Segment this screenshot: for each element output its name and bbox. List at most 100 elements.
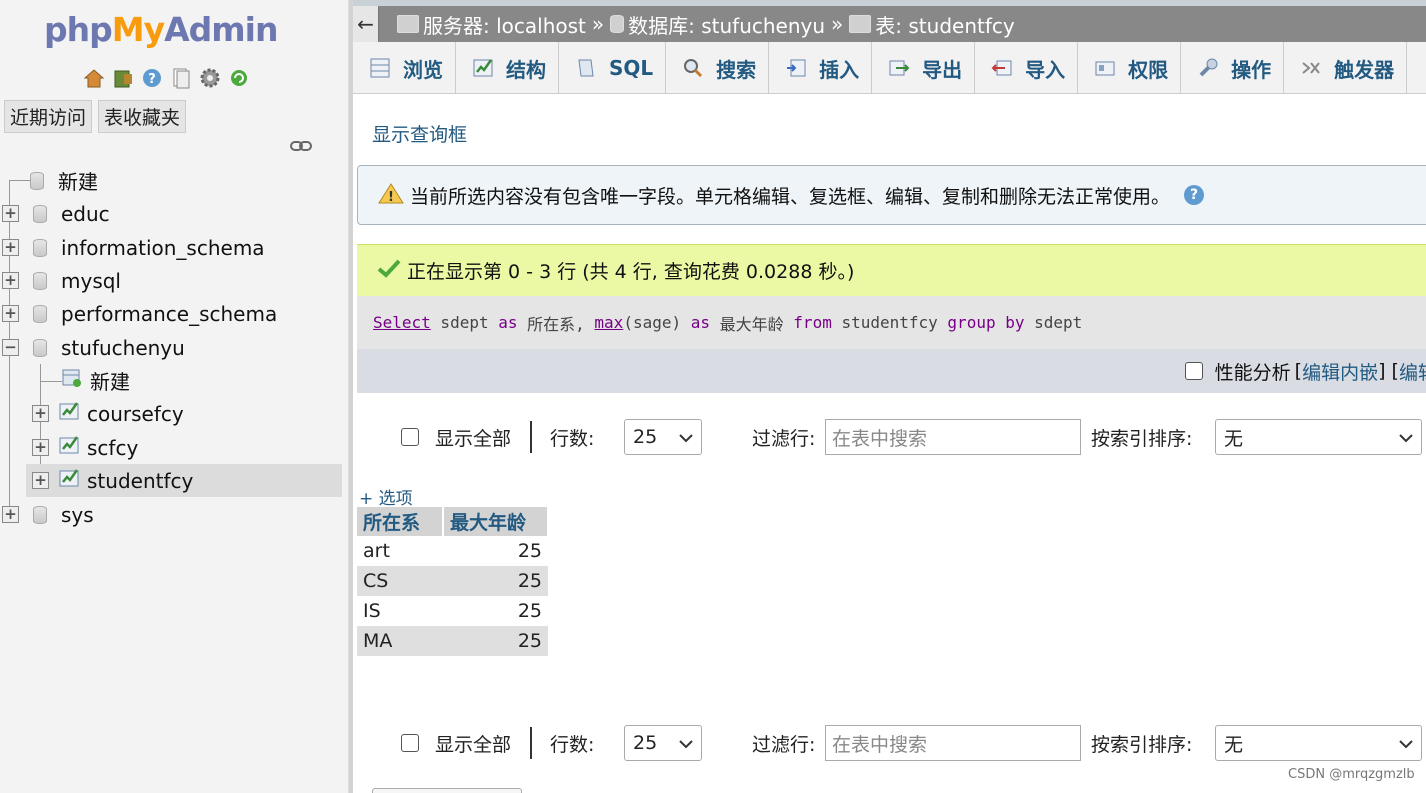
filter-label: 过滤行: (752, 733, 816, 756)
settings-icon[interactable] (198, 66, 222, 90)
table-icon (59, 401, 81, 426)
filter-input[interactable]: 在表中搜索 (825, 725, 1081, 761)
reload-icon[interactable] (227, 66, 251, 90)
divider (530, 727, 532, 759)
profiling-checkbox[interactable] (1184, 362, 1203, 380)
filter-input[interactable]: 在表中搜索 (825, 419, 1081, 455)
column-header[interactable]: 最大年龄 (443, 507, 549, 536)
database-icon (33, 304, 47, 323)
breadcrumb-table[interactable]: 表: studentfcy (849, 10, 1015, 39)
help-icon[interactable]: ? (140, 66, 164, 90)
docs-icon[interactable] (169, 66, 193, 90)
collapse-nav-button[interactable]: ← (353, 6, 379, 42)
new-table-icon (62, 368, 82, 393)
rows-label: 行数: (550, 733, 595, 756)
navigation-panel: phpMyAdmin ? 近期访问 表收藏夹 新建 + educ + infor… (0, 0, 349, 793)
navigation-controls-bottom: 显示全部 行数: 25 过滤行: 在表中搜索 按索引排序: 无 (357, 725, 1426, 765)
phpmyadmin-logo[interactable]: phpMyAdmin (44, 10, 278, 49)
logout-icon[interactable] (111, 66, 135, 90)
svg-text:?: ? (148, 72, 156, 87)
breadcrumb-database[interactable]: 数据库: stufuchenyu (610, 10, 825, 39)
tree-item-stufuchenyu[interactable]: − stufuchenyu (2, 331, 185, 364)
rows-select[interactable]: 25 (624, 419, 702, 455)
tree-item-performance-schema[interactable]: + performance_schema (2, 297, 277, 330)
table-row: MA 25 (357, 626, 548, 656)
favorites-tab[interactable]: 表收藏夹 (98, 100, 187, 133)
query-actions-bar: 性能分析 [编辑内嵌] [编辑 (357, 349, 1426, 393)
breadcrumb-server[interactable]: 服务器: localhost (397, 10, 586, 39)
cell: art (357, 536, 443, 566)
tab-structure[interactable]: 结构 (456, 42, 559, 93)
show-all-checkbox[interactable] (401, 734, 419, 752)
tab-export[interactable]: 导出 (872, 42, 976, 93)
chevron-down-icon (679, 732, 693, 754)
tab-insert[interactable]: 插入 (769, 42, 873, 93)
table-tabs: 浏览 结构 SQL 搜索 插入 导出 导入 权限 操作 触发器 (353, 42, 1426, 94)
tree-item-new-database[interactable]: 新建 (30, 164, 98, 197)
table-icon (59, 468, 81, 493)
database-icon (33, 238, 47, 257)
cell: CS (357, 566, 443, 596)
tree-item-educ[interactable]: + educ (2, 197, 110, 230)
collapse-icon[interactable]: − (2, 339, 19, 356)
tree-item-information-schema[interactable]: + information_schema (2, 231, 265, 264)
expand-icon[interactable]: + (2, 272, 19, 289)
expand-icon[interactable]: + (32, 405, 49, 422)
import-icon (991, 57, 1013, 79)
home-icon[interactable] (82, 66, 106, 90)
expand-icon[interactable]: + (2, 305, 19, 322)
left-arrow-icon: ← (357, 12, 374, 36)
tree-item-studentfcy[interactable]: + studentfcy (26, 464, 342, 497)
nav-resize-handle[interactable] (349, 0, 353, 793)
recent-tab[interactable]: 近期访问 (4, 100, 93, 133)
chevron-down-icon (1399, 732, 1413, 754)
tree-item-new-table[interactable]: 新建 (62, 364, 130, 397)
link-icon[interactable] (290, 138, 312, 157)
tree-item-sys[interactable]: + sys (2, 498, 94, 531)
show-query-link[interactable]: 显示查询框 (372, 120, 467, 147)
options-link[interactable]: + 选项 (359, 484, 413, 509)
warning-icon: ! (378, 182, 404, 209)
sort-select[interactable]: 无 (1215, 419, 1422, 455)
expand-icon[interactable]: + (2, 239, 19, 256)
tab-browse[interactable]: 浏览 (353, 42, 456, 93)
tab-search[interactable]: 搜索 (666, 42, 770, 93)
triggers-icon (1300, 57, 1322, 79)
sql-icon (575, 57, 597, 79)
edit-link[interactable]: 编辑 (1399, 358, 1426, 385)
navigation-controls-top: 显示全部 行数: 25 过滤行: 在表中搜索 按索引排序: 无 (357, 419, 1426, 459)
tab-privileges[interactable]: 权限 (1078, 42, 1182, 93)
expand-icon[interactable]: + (2, 205, 19, 222)
chevron-down-icon (1399, 426, 1413, 448)
structure-icon (472, 57, 494, 79)
column-header[interactable]: 所在系 (357, 507, 444, 536)
sql-query-display: Select sdept as 所在系, max (sage) as 最大年龄 f… (357, 296, 1426, 349)
tab-triggers[interactable]: 触发器 (1284, 42, 1408, 93)
help-icon[interactable]: ? (1184, 185, 1205, 205)
show-all-checkbox[interactable] (401, 428, 419, 446)
browse-icon (369, 57, 391, 79)
expand-icon[interactable]: + (32, 439, 49, 456)
table-icon (59, 435, 81, 460)
cell: 25 (443, 566, 548, 596)
tab-operations[interactable]: 操作 (1181, 42, 1285, 93)
edit-inline-link[interactable]: 编辑内嵌 (1302, 358, 1378, 385)
rows-label: 行数: (550, 427, 595, 450)
chevron-down-icon (679, 426, 693, 448)
checkmark-icon (377, 258, 401, 283)
cell: 25 (443, 596, 548, 626)
tree-item-mysql[interactable]: + mysql (2, 264, 121, 297)
divider (530, 421, 532, 453)
rows-select[interactable]: 25 (624, 725, 702, 761)
wrench-icon (1197, 57, 1219, 79)
tree-item-coursefcy[interactable]: + coursefcy (32, 397, 184, 430)
tab-import[interactable]: 导入 (975, 42, 1079, 93)
expand-icon[interactable]: + (32, 472, 49, 489)
expand-icon[interactable]: + (2, 506, 19, 523)
bottom-button[interactable] (372, 788, 522, 793)
database-icon (30, 171, 44, 190)
tab-sql[interactable]: SQL (559, 42, 667, 93)
table-header-row: 所在系 最大年龄 (357, 507, 549, 536)
tree-item-scfcy[interactable]: + scfcy (32, 431, 138, 464)
sort-select[interactable]: 无 (1215, 725, 1422, 761)
